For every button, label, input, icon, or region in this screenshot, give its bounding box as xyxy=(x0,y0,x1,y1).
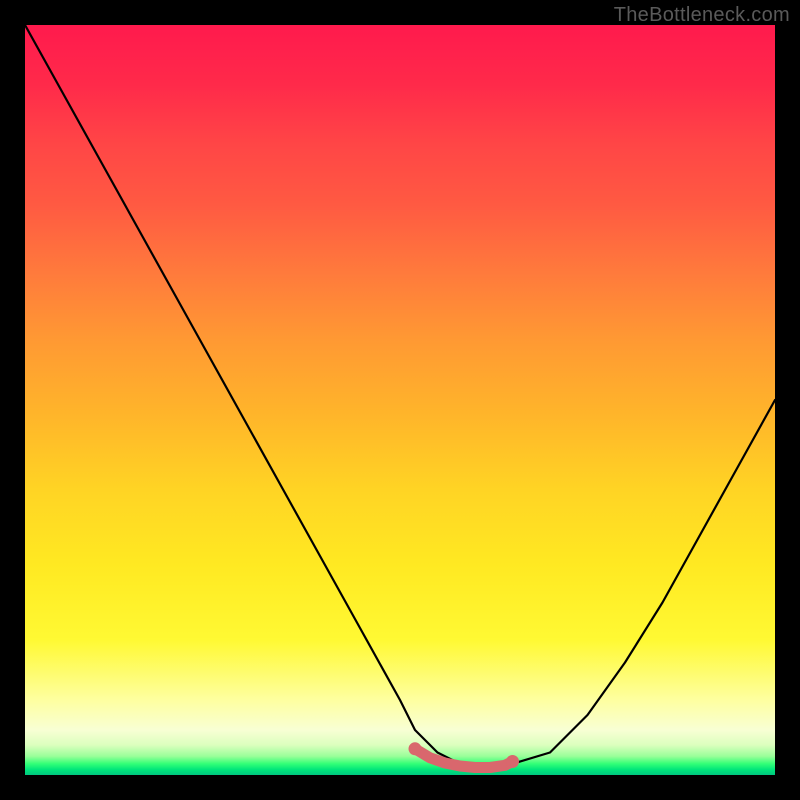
watermark-text: TheBottleneck.com xyxy=(614,4,790,27)
marker-dot xyxy=(409,742,422,755)
bottleneck-flat-marker xyxy=(415,749,513,768)
plot-area xyxy=(25,25,775,775)
chart-frame: TheBottleneck.com xyxy=(0,0,800,800)
bottleneck-curve-path xyxy=(25,25,775,768)
curve-svg xyxy=(25,25,775,775)
marker-dot xyxy=(506,755,519,768)
